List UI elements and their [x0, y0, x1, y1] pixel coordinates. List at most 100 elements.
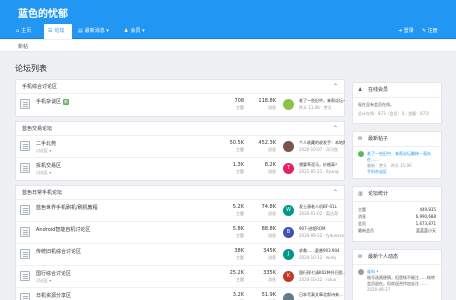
forum-title[interactable]: 蓝色世界手机刷机/刷机教程 [36, 204, 98, 211]
block-header[interactable]: ▥ 论坛统计 [353, 187, 441, 202]
category-block: 蓝色交易论坛 ⌃ 二手北苑 讨论区 ▾ 50.5K 主题 452.3K 消息 个人收… [15, 121, 345, 181]
last-post-title[interactable]: 老了一些旧中，来帮论坛一… [299, 98, 345, 104]
forum-title[interactable]: 拆机交易区 [36, 162, 61, 169]
forum-row[interactable]: 拆机交易区 讨论区 ▾ 1.3K 主题 8.2K 消息 T 想要草泥马，价格高？ 2… [16, 158, 344, 180]
chart-icon: ▥ [358, 191, 363, 197]
category-header[interactable]: 手机综合讨论区 ⌃ [16, 80, 344, 94]
nav-members[interactable]: ♟ 会员 ▾ [124, 24, 158, 39]
subforum-toggle[interactable]: 讨论区 ▾ [36, 170, 51, 176]
forum-title[interactable]: 传统旧机综合讨论区 [36, 248, 81, 255]
latest-post-forum[interactable]: 手机杂谈区 [367, 169, 436, 175]
avatar[interactable]: W [283, 205, 294, 216]
forum-title[interactable]: 二手北苑 [36, 140, 56, 147]
posts-stat: 8.2K 消息 [264, 162, 276, 174]
last-post-title[interactable]: 想要草泥马，价格高？ [299, 162, 345, 168]
last-post-title[interactable]: 发士源老人机BF-01L [299, 204, 345, 210]
stat-row: 会员 1,673,871 [358, 221, 436, 226]
posts-stat: 335K 消息 [263, 270, 276, 282]
login-icon: ➜ [398, 28, 403, 34]
topics-stat: 25.2K 主题 [229, 270, 244, 282]
topics-stat: 50.5K 主题 [229, 140, 244, 152]
stat-row: 最新会员 蓝蓝蓝小天 [358, 227, 436, 234]
new-badge: 新 [63, 99, 70, 105]
online-members-block: ♟ 在线会员 现在没有会员在线。 总计在线：873（会员：0，游客：873） [352, 82, 442, 124]
avatar[interactable]: T [283, 163, 294, 174]
avatar[interactable]: J [283, 249, 294, 260]
forum-row[interactable]: 手机杂谈区新 708主题 118.8K消息 老了一些旧中，来帮论坛一… 昨天 1… [16, 94, 345, 116]
forum-stats-block: ▥ 论坛统计 主题 449,835 消息 6,990,688 会员 1,673,871 … [352, 186, 442, 242]
profile-posts-block: ✉ 最新个人动态 谁吗 • 账号选随便情，但是帐不能注……帐转会员退在。但欢迎合作… [352, 249, 442, 300]
posts-stat: 452.3K 消息 [258, 140, 276, 152]
nav-whats-new[interactable]: ▤ 最新消息 ▾ [78, 24, 120, 39]
last-post-title[interactable]: 求救……夏普903.904 [299, 248, 345, 254]
topics-stat: 3.2K主题 [232, 292, 244, 300]
avatar[interactable] [358, 269, 364, 275]
nav-forums[interactable]: ☰ 论坛 [44, 24, 72, 39]
subforum-toggle[interactable]: 讨论区 ▾ [36, 278, 51, 284]
login-link[interactable]: ➜ 登录 [398, 24, 414, 39]
category-block: 手机综合讨论区 ⌃ 手机杂谈区新 708 主题 118.8K 消息 老了一些旧中，来… [15, 79, 345, 117]
forum-row[interactable]: Android智能自机讨论区 5.8K 主题 88.8K 消息 B 907-进程RO… [16, 222, 344, 244]
forum-row[interactable]: 日机资源分享区 3.2K主题 51.9K消息 日本写真文章北郎诗来… [16, 288, 344, 300]
users-icon: ♟ [358, 87, 363, 93]
forum-row[interactable]: 国行综合讨论区 讨论区 ▾ 25.2K 主题 335K 消息 K 国行探七请K02种… [16, 266, 345, 288]
last-post-title[interactable]: 国行探七请K02种升归思… [299, 270, 345, 276]
forum-row[interactable]: 蓝色世界手机刷机/刷机教程 5.2K 主题 74.8K 消息 W 发士源老人机BF-… [16, 200, 344, 222]
avatar[interactable] [283, 141, 294, 152]
forum-icon [20, 141, 30, 151]
forum-icon [20, 163, 30, 173]
block-header[interactable]: ✉ 最新个人动态 [353, 250, 441, 265]
category-block: 蓝色日常手机论坛 ⌃ 蓝色世界手机刷机/刷机教程 5.2K 主题 74.8K 消息 … [15, 185, 345, 300]
forum-icon [20, 249, 30, 259]
avatar[interactable] [283, 293, 294, 300]
forum-title[interactable]: 日机资源分享区 [36, 292, 71, 299]
block-body: 谁吗 • 账号选随便情，但是帐不能注……帐转会员退在。但欢迎合作加去注…… 20… [353, 265, 441, 297]
forum-title[interactable]: Android智能自机讨论区 [36, 226, 90, 233]
forum-icon [20, 205, 30, 215]
latest-post-title[interactable]: 老了一些旧中，来帮论坛翻修一直存在…… [367, 151, 436, 163]
stat-row: 消息 6,990,688 [358, 214, 436, 219]
topics-stat: 5.2K 主题 [232, 204, 244, 216]
last-post-meta: 2020-10-12 · wiely [299, 255, 337, 260]
forum-title[interactable]: 手机杂谈区新 [36, 98, 70, 105]
avatar[interactable] [283, 99, 294, 110]
forum-icon [20, 227, 30, 237]
stat-row: 主题 449,835 [358, 207, 436, 212]
block-header[interactable]: ♟ 在线会员 [353, 83, 441, 98]
last-post-meta: 2020-10-22 · roluo [299, 277, 337, 282]
comment-icon: ✉ [358, 254, 363, 260]
last-post-meta: 2021-05-21 · 9yang [299, 169, 339, 174]
posts-stat: 345K 消息 [263, 248, 276, 260]
subforum-toggle[interactable]: 讨论区 ▾ [36, 148, 51, 154]
last-post-meta: 2020-10-07 · 河马鱼 [299, 147, 339, 152]
register-link[interactable]: ✎ 注册 [422, 24, 438, 39]
last-post-meta: 昨天 11:06 · 梦天 [299, 105, 332, 110]
register-icon: ✎ [422, 28, 427, 34]
nav-home[interactable]: ⌂ 主页 [12, 24, 42, 39]
category-header[interactable]: 蓝色日常手机论坛 ⌃ [16, 186, 344, 200]
latest-posts-block: ✉ 最新帖子 老了一些旧中，来帮论坛翻修一直存在…… 最新：梦天 · 昨天 11:… [352, 131, 442, 179]
block-header[interactable]: ✉ 最新帖子 [353, 132, 441, 147]
forum-row[interactable]: 二手北苑 讨论区 ▾ 50.5K主题 452.3K消息 个人收藏的收发手：本地购… [16, 136, 345, 158]
last-post-title[interactable]: 907-进程ROM [299, 226, 345, 232]
collapse-icon[interactable]: ⌃ [333, 186, 338, 200]
topics-stat: 38K 主题 [234, 248, 244, 260]
collapse-icon[interactable]: ⌃ [333, 122, 338, 136]
last-post-title[interactable]: 个人收藏的收发手：本地购… [299, 140, 345, 146]
newest-member-link[interactable]: 蓝蓝蓝小天 [416, 227, 436, 234]
main-nav: ⌂ 主页 ☰ 论坛 ▤ 最新消息 ▾ ♟ 会员 ▾ ➜ 登录 ✎ 注册 [0, 24, 456, 39]
category-header[interactable]: 蓝色交易论坛 ⌃ [16, 122, 344, 136]
new-posts-link[interactable]: 新帖 [18, 43, 28, 50]
home-icon: ⌂ [16, 28, 20, 34]
forum-row[interactable]: 传统旧机综合讨论区 38K 主题 345K 消息 J 求救……夏普903.904 2… [16, 244, 344, 266]
avatar[interactable]: B [283, 227, 294, 238]
avatar[interactable] [358, 151, 364, 157]
comments-icon: ☰ [48, 28, 53, 34]
site-title[interactable]: 蓝色的忧郁 [18, 5, 68, 20]
users-icon: ♟ [124, 28, 129, 34]
forum-title[interactable]: 国行综合讨论区 [36, 270, 71, 277]
avatar[interactable]: K [283, 271, 294, 282]
collapse-icon[interactable]: ⌃ [333, 80, 338, 94]
last-post-title[interactable]: 日本写真文章北郎诗来… [299, 292, 345, 298]
block-body: 现在没有会员在线。 总计在线：873（会员：0，游客：873） [358, 102, 432, 116]
